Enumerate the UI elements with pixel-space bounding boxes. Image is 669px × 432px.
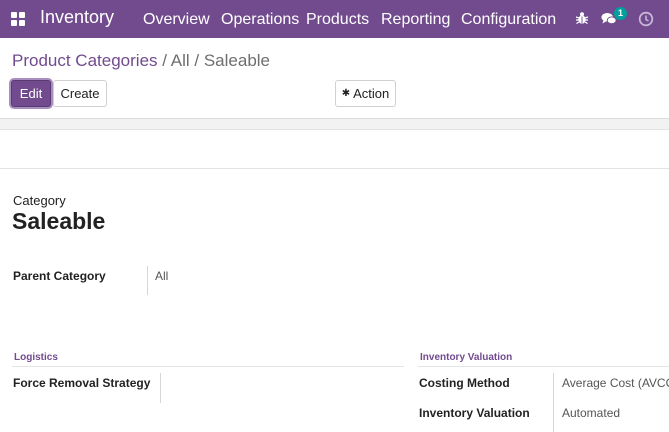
category-label: Category bbox=[13, 193, 66, 208]
apps-menu-icon[interactable] bbox=[11, 12, 25, 26]
menu-products[interactable]: Products bbox=[306, 11, 369, 29]
breadcrumb-product-categories[interactable]: Product Categories bbox=[12, 51, 158, 70]
costing-method-value[interactable]: Average Cost (AVCO) bbox=[562, 376, 669, 390]
field-separator bbox=[147, 266, 148, 295]
app-brand[interactable]: Inventory bbox=[40, 7, 114, 28]
gear-icon: ✱ bbox=[341, 88, 351, 99]
messages-badge: 1 bbox=[614, 7, 627, 20]
menu-reporting[interactable]: Reporting bbox=[381, 11, 450, 29]
breadcrumb-all: All bbox=[170, 51, 190, 70]
parent-category-value[interactable]: All bbox=[155, 269, 168, 283]
breadcrumb-current: Saleable bbox=[203, 51, 271, 70]
costing-method-label: Costing Method bbox=[419, 376, 510, 390]
top-navbar: Inventory Overview Operations Products R… bbox=[0, 0, 669, 38]
group-divider bbox=[12, 366, 404, 367]
breadcrumb: Product Categories / All / Saleable bbox=[12, 51, 270, 71]
menu-configuration[interactable]: Configuration bbox=[461, 11, 556, 29]
inventory-valuation-label: Inventory Valuation bbox=[419, 406, 530, 420]
action-button[interactable]: ✱ Action bbox=[335, 80, 396, 107]
category-name: Saleable bbox=[12, 208, 106, 234]
clock-icon[interactable] bbox=[638, 11, 654, 27]
menu-overview[interactable]: Overview bbox=[143, 11, 210, 29]
inventory-valuation-group-title: Inventory Valuation bbox=[420, 352, 513, 363]
parent-category-label: Parent Category bbox=[13, 269, 106, 283]
menu-operations[interactable]: Operations bbox=[221, 11, 299, 29]
create-button[interactable]: Create bbox=[53, 80, 107, 107]
field-separator bbox=[160, 373, 161, 403]
action-label: Action bbox=[353, 86, 390, 101]
bug-icon[interactable] bbox=[574, 10, 590, 26]
logistics-group-title: Logistics bbox=[14, 352, 58, 363]
divider bbox=[0, 168, 669, 169]
edit-button[interactable]: Edit bbox=[11, 80, 51, 107]
breadcrumb-separator: / bbox=[189, 51, 204, 70]
group-divider bbox=[418, 366, 669, 367]
field-separator bbox=[553, 373, 554, 432]
force-removal-strategy-label: Force Removal Strategy bbox=[13, 376, 151, 390]
breadcrumb-separator: / bbox=[157, 51, 171, 70]
inventory-valuation-value[interactable]: Automated bbox=[562, 406, 620, 420]
form-statusbar-strip bbox=[0, 118, 669, 130]
